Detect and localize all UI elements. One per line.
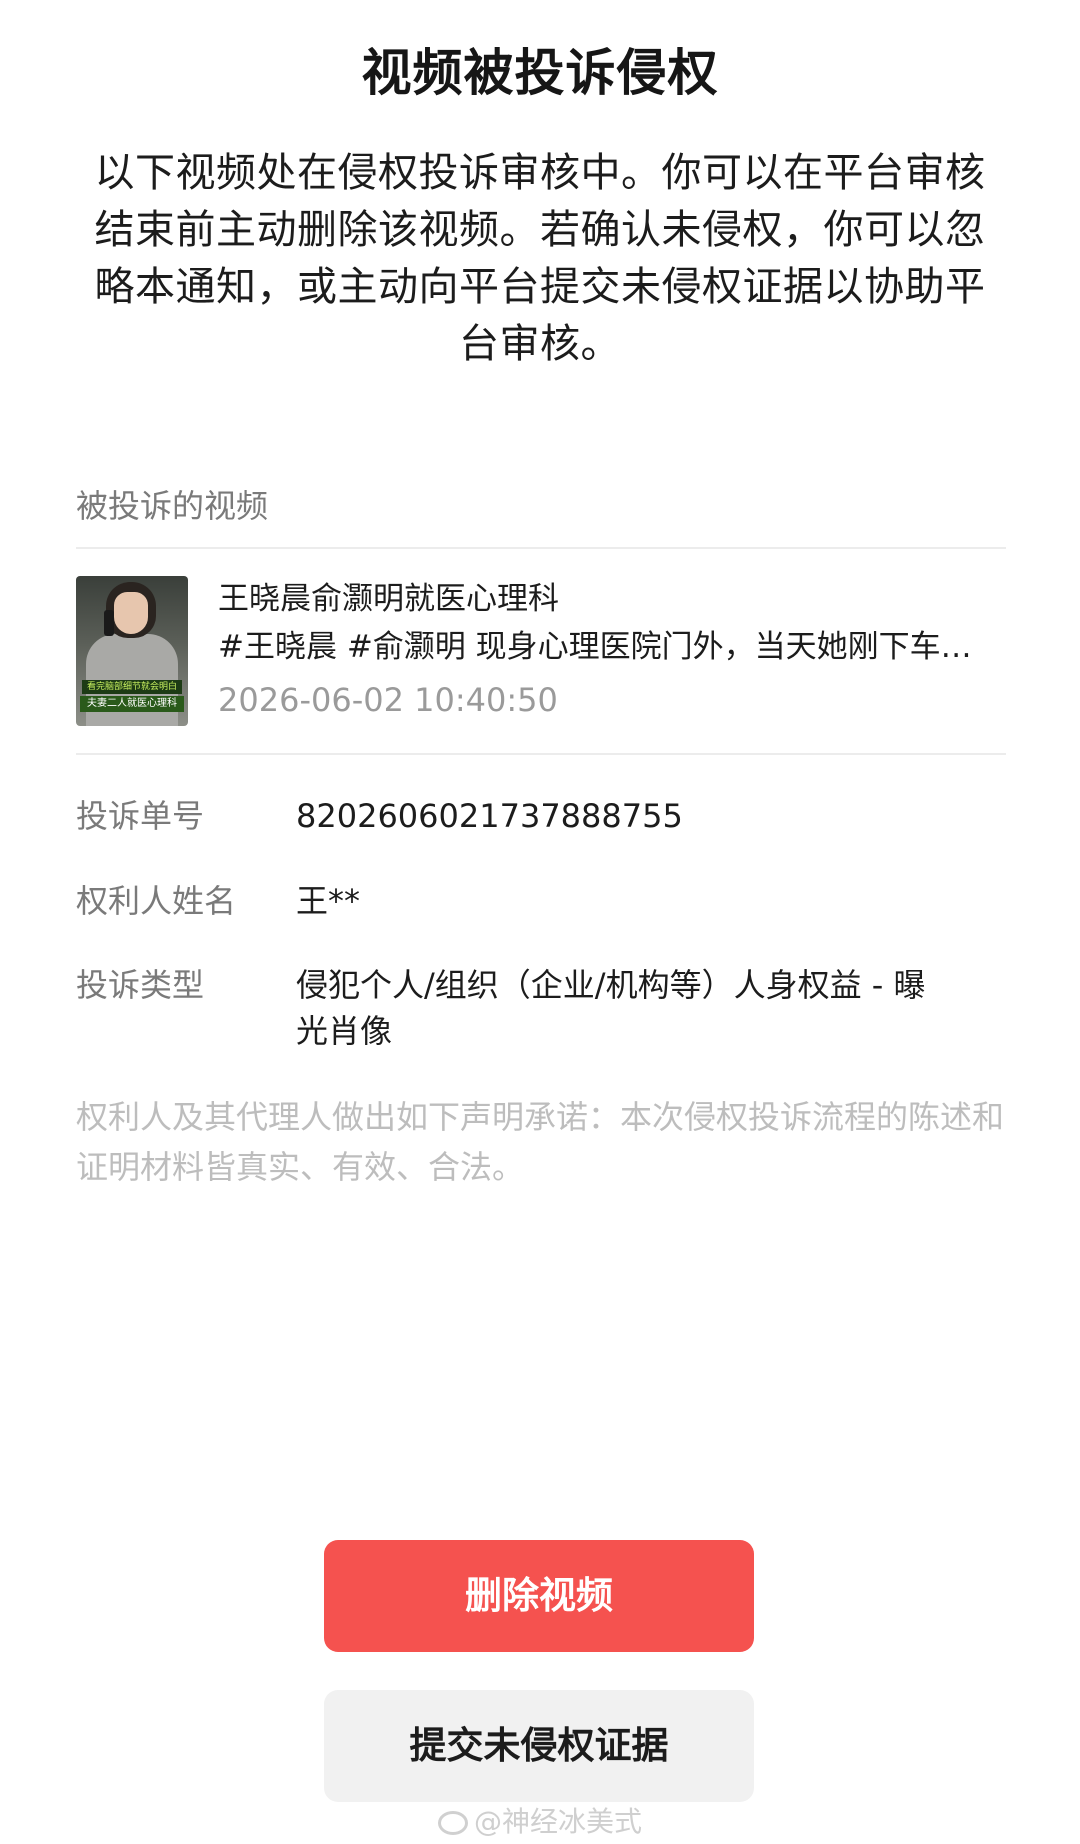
divider-bottom: [76, 753, 1006, 755]
complaint-notice-page: 视频被投诉侵权 以下视频处在侵权投诉审核中。你可以在平台审核结束前主动删除该视频…: [0, 0, 1080, 1844]
intro-text: 以下视频处在侵权投诉审核中。你可以在平台审核结束前主动删除该视频。若确认未侵权，…: [94, 150, 986, 367]
rights-holder-statement: 权利人及其代理人做出如下声明承诺：本次侵权投诉流程的陈述和证明材料皆真实、有效、…: [76, 1098, 1005, 1186]
thumbnail-caption-top: 看完脑部细节就会明白: [82, 680, 182, 694]
video-title: 王晓晨俞灏明就医心理科: [218, 581, 559, 617]
complaint-id-value: 8202606021737888755: [296, 797, 683, 835]
complaint-type-value: 侵犯个人/组织（企业/机构等）人身权益 - 曝光肖像: [296, 966, 926, 1050]
thumbnail-caption-bottom: 夫妻二人就医心理科: [80, 696, 184, 712]
weibo-icon: [438, 1811, 468, 1835]
video-thumbnail[interactable]: 看完脑部细节就会明白 夫妻二人就医心理科: [76, 576, 188, 726]
video-timestamp: 2026-06-02 10:40:50: [218, 681, 558, 719]
submit-evidence-button[interactable]: 提交未侵权证据: [324, 1690, 754, 1802]
delete-video-button[interactable]: 删除视频: [324, 1540, 754, 1652]
rights-holder-label: 权利人姓名: [76, 882, 237, 920]
rights-holder-value: 王**: [296, 882, 361, 920]
watermark-text: @神经冰美式: [474, 1805, 643, 1838]
video-description: #王晓晨 #俞灏明 现身心理医院门外，当天她刚下车…: [218, 629, 972, 665]
thumbnail-figure-face: [114, 592, 148, 634]
complained-video-label: 被投诉的视频: [76, 487, 269, 525]
thumbnail-phone: [104, 610, 114, 636]
complained-video-card[interactable]: 看完脑部细节就会明白 夫妻二人就医心理科 王晓晨俞灏明就医心理科 #王晓晨 #俞…: [76, 576, 1006, 726]
page-title: 视频被投诉侵权: [361, 44, 719, 102]
weibo-watermark: @神经冰美式: [438, 1804, 642, 1840]
complaint-type-label: 投诉类型: [76, 966, 205, 1004]
complaint-id-label: 投诉单号: [76, 797, 205, 835]
divider-top: [76, 547, 1006, 549]
